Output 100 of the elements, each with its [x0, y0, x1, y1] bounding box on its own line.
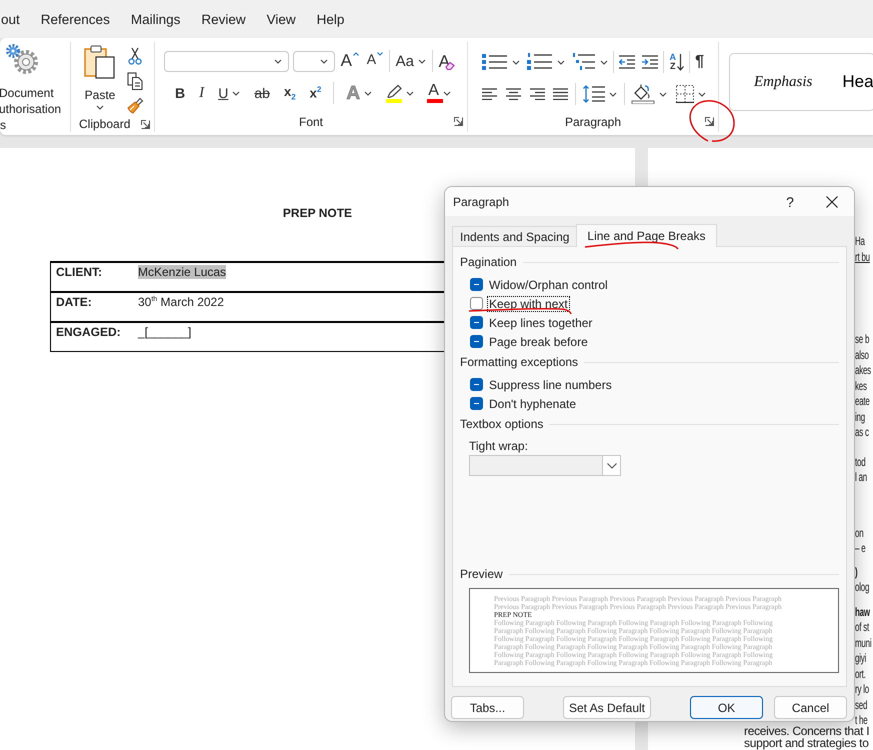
checkbox-label[interactable]: Widow/Orphan control [487, 276, 610, 292]
group-label: Clipboard [79, 116, 130, 130]
section-title: Pagination [460, 255, 517, 269]
subscript-button[interactable]: x$_{2}$ [282, 82, 298, 104]
dialog-button[interactable]: OK [690, 696, 763, 719]
highlight-button[interactable] [384, 82, 416, 104]
menu-tab[interactable]: Mailings [130, 12, 180, 26]
text-line: ort. [855, 666, 867, 682]
justify-icon [553, 88, 568, 100]
section-title: Preview [460, 567, 503, 581]
tab[interactable]: Indents and Spacing [452, 226, 578, 246]
grow-font-button[interactable]: A [338, 50, 361, 72]
checkbox[interactable] [470, 316, 483, 329]
superscript-button[interactable]: x$^{2}$ [308, 82, 324, 104]
menu-tab[interactable]: Help [316, 12, 344, 26]
text-line: receives. Concerns that I [744, 724, 870, 737]
checkbox[interactable] [470, 378, 483, 391]
caret-icon [274, 58, 282, 64]
text-line: tod [855, 454, 866, 470]
align-left-icon [482, 88, 497, 100]
caret-up-icon [352, 52, 359, 56]
increase-indent-icon [642, 55, 658, 69]
text-line: eate [855, 394, 870, 410]
text-line: t he [855, 713, 868, 727]
borders-button[interactable] [674, 83, 708, 105]
checkbox[interactable] [470, 335, 483, 348]
field-label: ENGAGED: [55, 325, 122, 341]
checkbox-label[interactable]: Keep with next [487, 296, 570, 312]
multilevel-list-icon [572, 53, 596, 71]
launcher-icon[interactable] [454, 117, 463, 126]
text-line: kes [855, 378, 868, 394]
group-label: Font [298, 115, 323, 129]
launcher-icon[interactable] [705, 117, 714, 126]
underline-button[interactable]: U [216, 82, 242, 104]
style-item[interactable]: Emphasis [754, 74, 812, 90]
field-label: Tight wrap: [469, 439, 529, 453]
text-line: ) [855, 564, 858, 580]
multilevel-list-button[interactable] [570, 51, 610, 73]
group-label: s [0, 118, 6, 132]
sort-button[interactable]: A Z [667, 51, 686, 73]
help-button[interactable]: ? [780, 194, 800, 210]
shading-button[interactable] [629, 83, 670, 105]
font-size-field[interactable] [292, 50, 335, 72]
copy-icon [127, 72, 143, 90]
show-formatting-button[interactable]: ¶ [693, 51, 706, 73]
menu-tab[interactable]: out [1, 12, 20, 26]
line-spacing-icon [582, 85, 605, 103]
align-right-icon [530, 88, 544, 100]
paste-button[interactable]: Paste [84, 45, 116, 115]
paintbrush-icon [126, 97, 144, 115]
field-value: 30$^{th}$ March 2022 [138, 295, 224, 309]
scissors-icon [128, 47, 142, 65]
menu-tab[interactable]: References [40, 12, 110, 26]
strikethrough-button[interactable]: ab [252, 82, 272, 104]
menu-tab[interactable]: View [266, 12, 296, 26]
font-color-button[interactable]: A [426, 82, 453, 104]
borders-icon [676, 85, 694, 103]
line-spacing-button[interactable] [580, 83, 619, 105]
close-icon [826, 196, 838, 208]
link[interactable]: rt bu [855, 250, 870, 265]
dialog-button[interactable]: Set As Default [563, 696, 651, 719]
checkbox-label[interactable]: Don't hyphenate [487, 396, 578, 412]
text-line: haw [855, 604, 870, 620]
italic-button[interactable]: I [197, 82, 206, 104]
field-label: CLIENT: [55, 265, 103, 281]
document-title: PREP NOTE [282, 206, 354, 220]
dialog-title: Paragraph [453, 194, 510, 208]
checkbox[interactable] [470, 397, 483, 410]
checkbox-label[interactable]: Suppress line numbers [487, 376, 614, 392]
checkbox-label[interactable]: Page break before [487, 334, 590, 350]
text-line: giyi [855, 651, 868, 666]
field-value: _[______] [138, 325, 192, 339]
close-button[interactable] [826, 196, 838, 208]
menu-tab[interactable]: Review [201, 12, 246, 26]
text-line: also [855, 348, 870, 363]
gears-icon [5, 43, 39, 75]
launcher-icon[interactable] [141, 120, 150, 129]
bullet-list-icon [482, 54, 508, 70]
dialog-button[interactable]: Tabs... [451, 696, 524, 719]
bold-button[interactable]: B [173, 82, 188, 104]
checkbox-label[interactable]: Keep lines together [487, 314, 594, 330]
format-painter-button[interactable] [126, 97, 144, 115]
text-line: support and strategies to [744, 737, 870, 750]
copy-button[interactable] [126, 72, 144, 90]
numbering-button[interactable] [525, 51, 568, 73]
cut-button[interactable] [126, 47, 144, 65]
dialog-button[interactable]: Cancel [774, 696, 847, 719]
text-line: se b [855, 332, 870, 348]
text-line: on [855, 526, 864, 541]
section-title: Textbox options [460, 417, 544, 431]
highlighter-icon [386, 84, 402, 98]
bullets-button[interactable] [480, 51, 522, 73]
text-line: ry lo [855, 682, 870, 698]
checkbox[interactable] [470, 278, 483, 291]
change-case-button[interactable]: Aa [394, 50, 428, 72]
checkbox[interactable] [470, 297, 483, 310]
font-name-field[interactable] [164, 50, 289, 72]
text-line: ing [855, 410, 866, 425]
tab[interactable]: Line and Page Breaks [576, 224, 717, 247]
shrink-font-button[interactable]: A [364, 50, 386, 72]
